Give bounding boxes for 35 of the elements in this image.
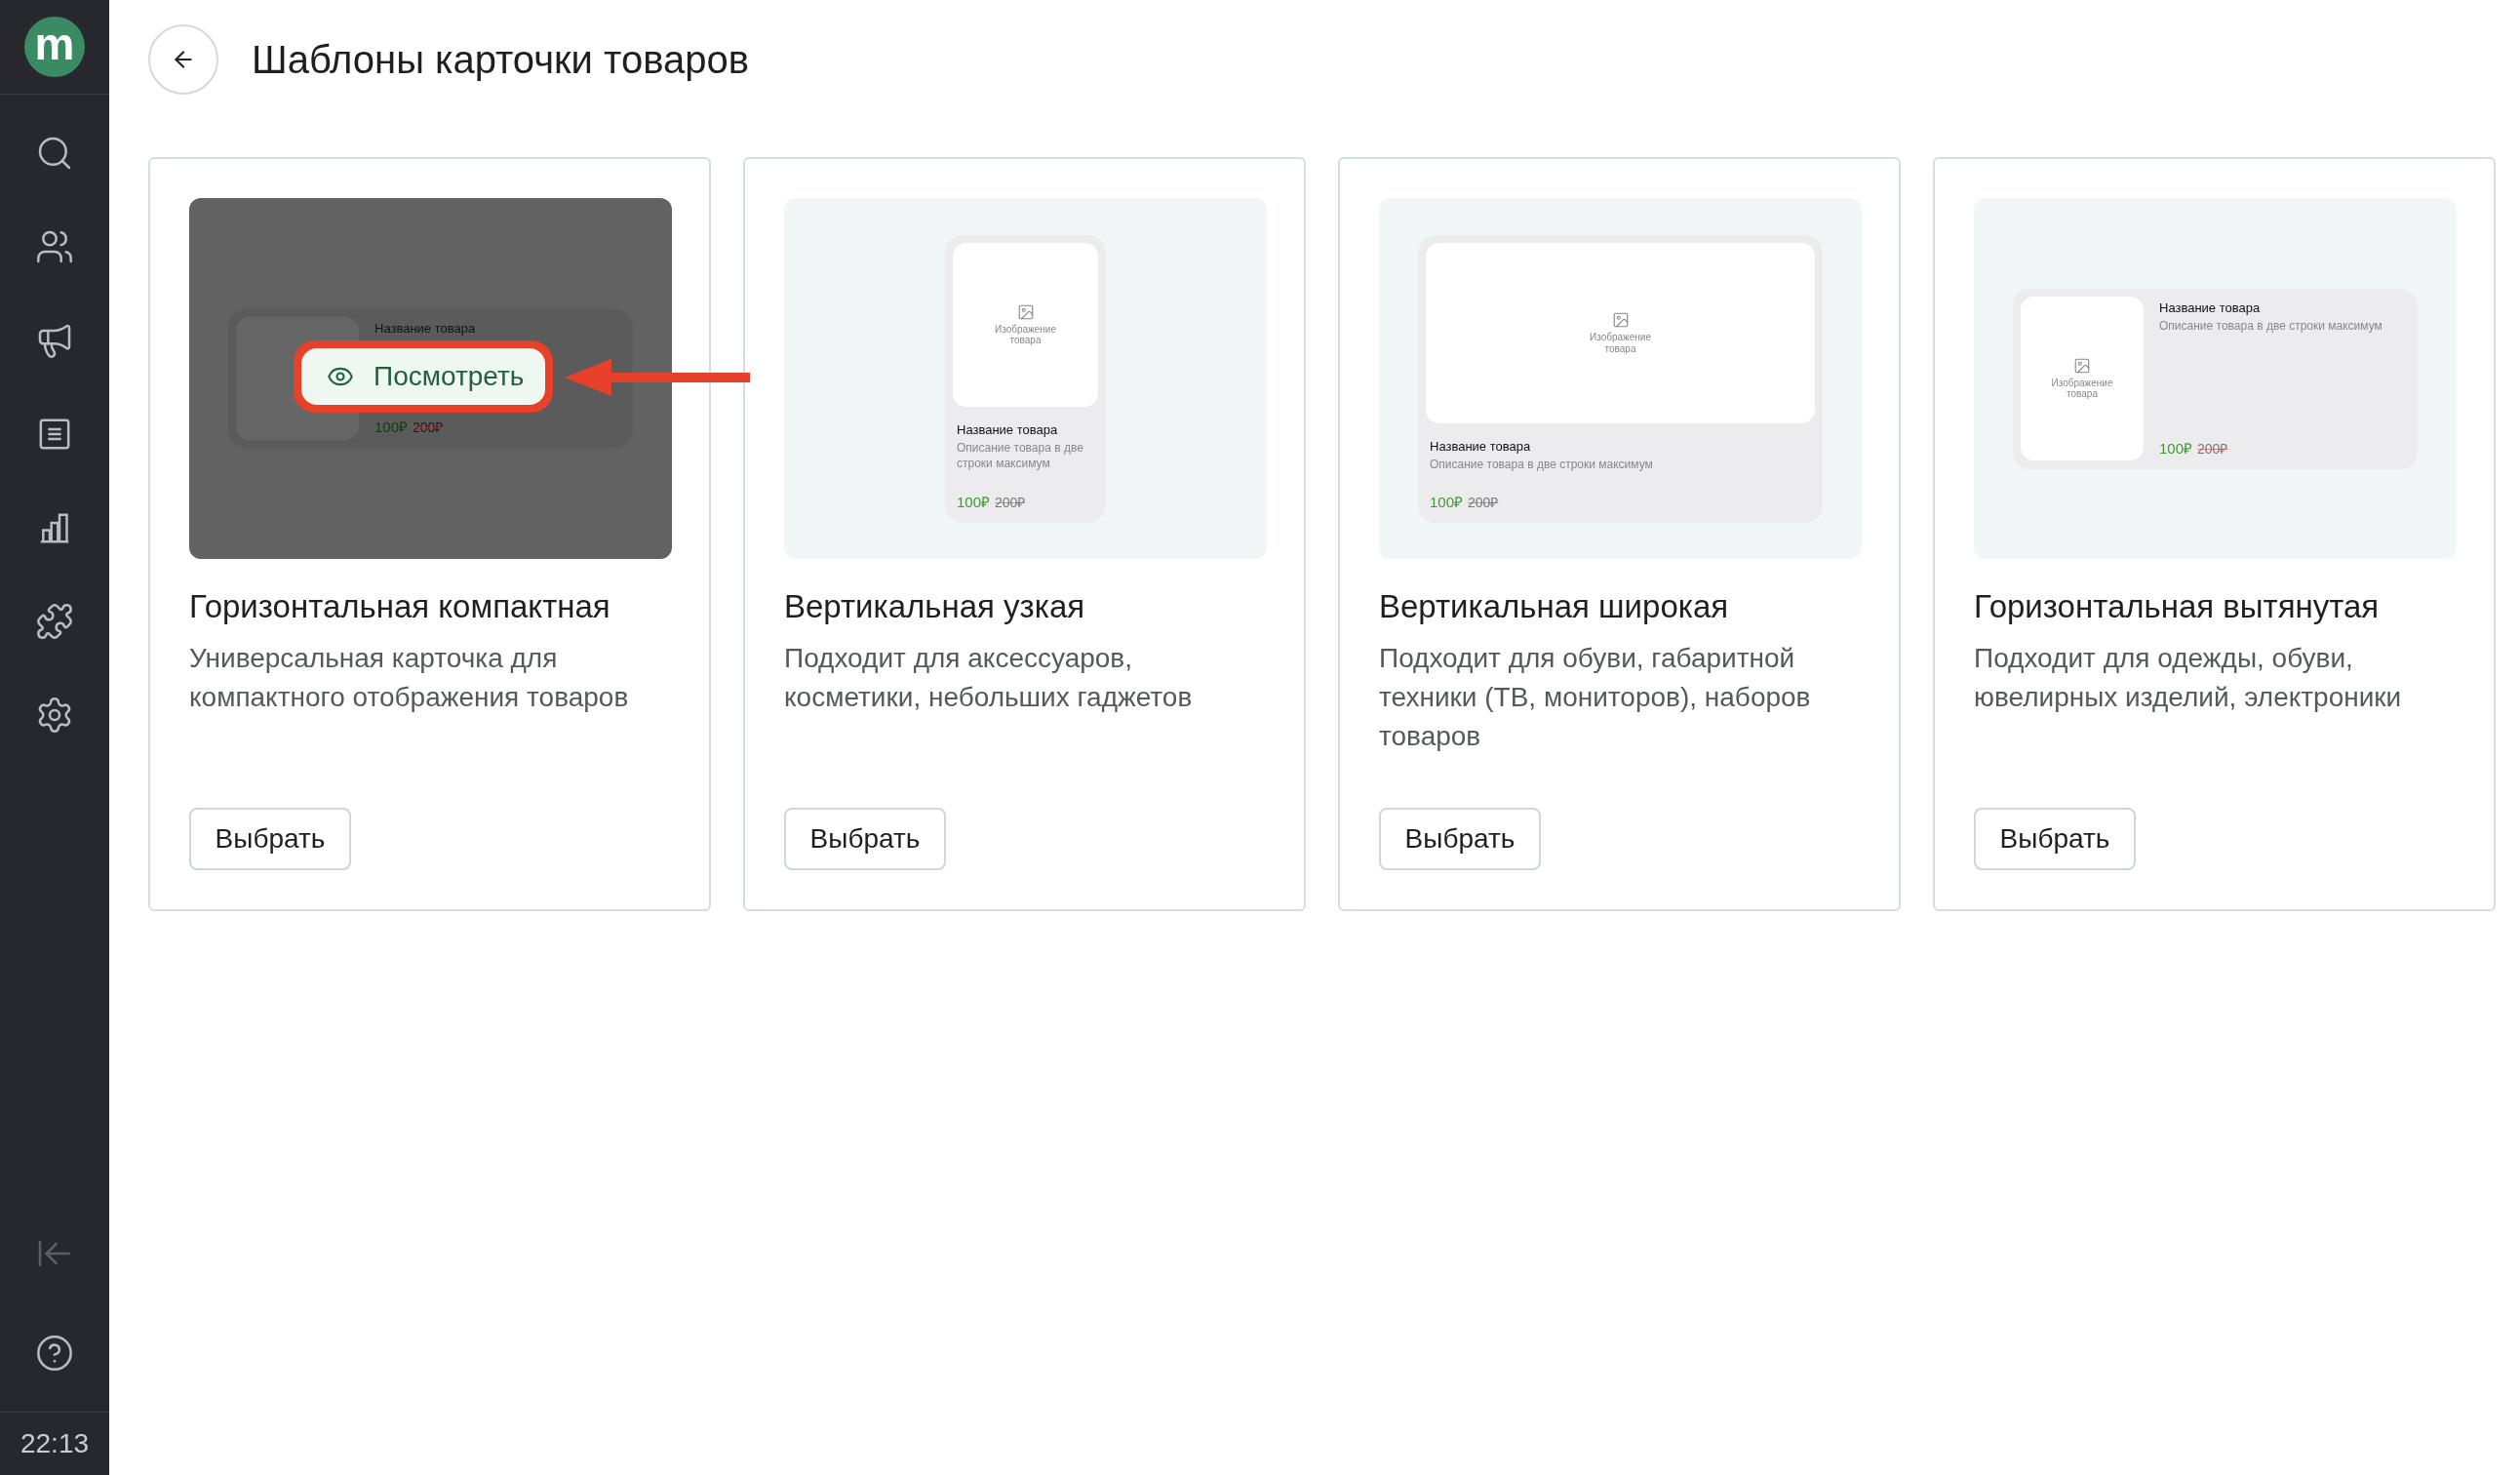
puzzle-icon[interactable] [35, 602, 74, 641]
select-button[interactable]: Выбрать [1974, 808, 2136, 870]
image-label: Изображение товара [1589, 332, 1652, 354]
template-description: Подходит для одежды, обуви, ювелирных изделий, электроники [1974, 642, 2403, 714]
template-title: Горизонтальная компактная [189, 588, 611, 625]
product-description: Описание товара в две строки максимум [1430, 456, 1654, 473]
template-title: Горизонтальная вытянутая [1974, 588, 2381, 625]
image-icon [1611, 311, 1630, 329]
app-logo[interactable]: m [24, 17, 85, 77]
template-title: Вертикальная узкая [784, 588, 1086, 625]
select-button[interactable]: Выбрать [189, 808, 351, 870]
page-title: Шаблоны карточки товаров [252, 37, 749, 82]
image-icon [1016, 302, 1035, 321]
product-name: Название товара [374, 321, 477, 336]
product-name: Название товара [1430, 438, 1532, 454]
clock-time: 22:13 [20, 1428, 90, 1459]
image-label: Изображение товара [2050, 377, 2114, 400]
product-description: Описание товара в две строки максимум [957, 439, 1084, 473]
select-button[interactable]: Выбрать [784, 808, 946, 870]
image-icon [2073, 356, 2091, 375]
template-description: Подходит для аксессуаров, косметики, небольших гаджетов [784, 642, 1194, 714]
template-title: Вертикальная широкая [1379, 588, 1730, 625]
image-label: Изображение товара [994, 323, 1057, 346]
product-price: 100₽ [374, 418, 409, 436]
product-description: Описание товара в две строки максимум [2159, 317, 2383, 335]
product-name: Название товара [957, 421, 1059, 437]
template-description: Подходит для обуви, габаритной техники (ТВ, мониторов), наборов товаров [1379, 642, 1812, 753]
product-price: 100₽ [2159, 438, 2193, 458]
product-price: 100₽ [957, 492, 991, 511]
help-icon[interactable] [35, 1334, 74, 1373]
preview-button[interactable]: Посмотреть [301, 348, 546, 405]
template-description: Универсальная карточка для компактного отображения товаров [189, 642, 630, 714]
select-button[interactable]: Выбрать [1379, 808, 1541, 870]
product-price: 100₽ [1430, 492, 1464, 511]
product-name: Название товара [2159, 299, 2262, 315]
